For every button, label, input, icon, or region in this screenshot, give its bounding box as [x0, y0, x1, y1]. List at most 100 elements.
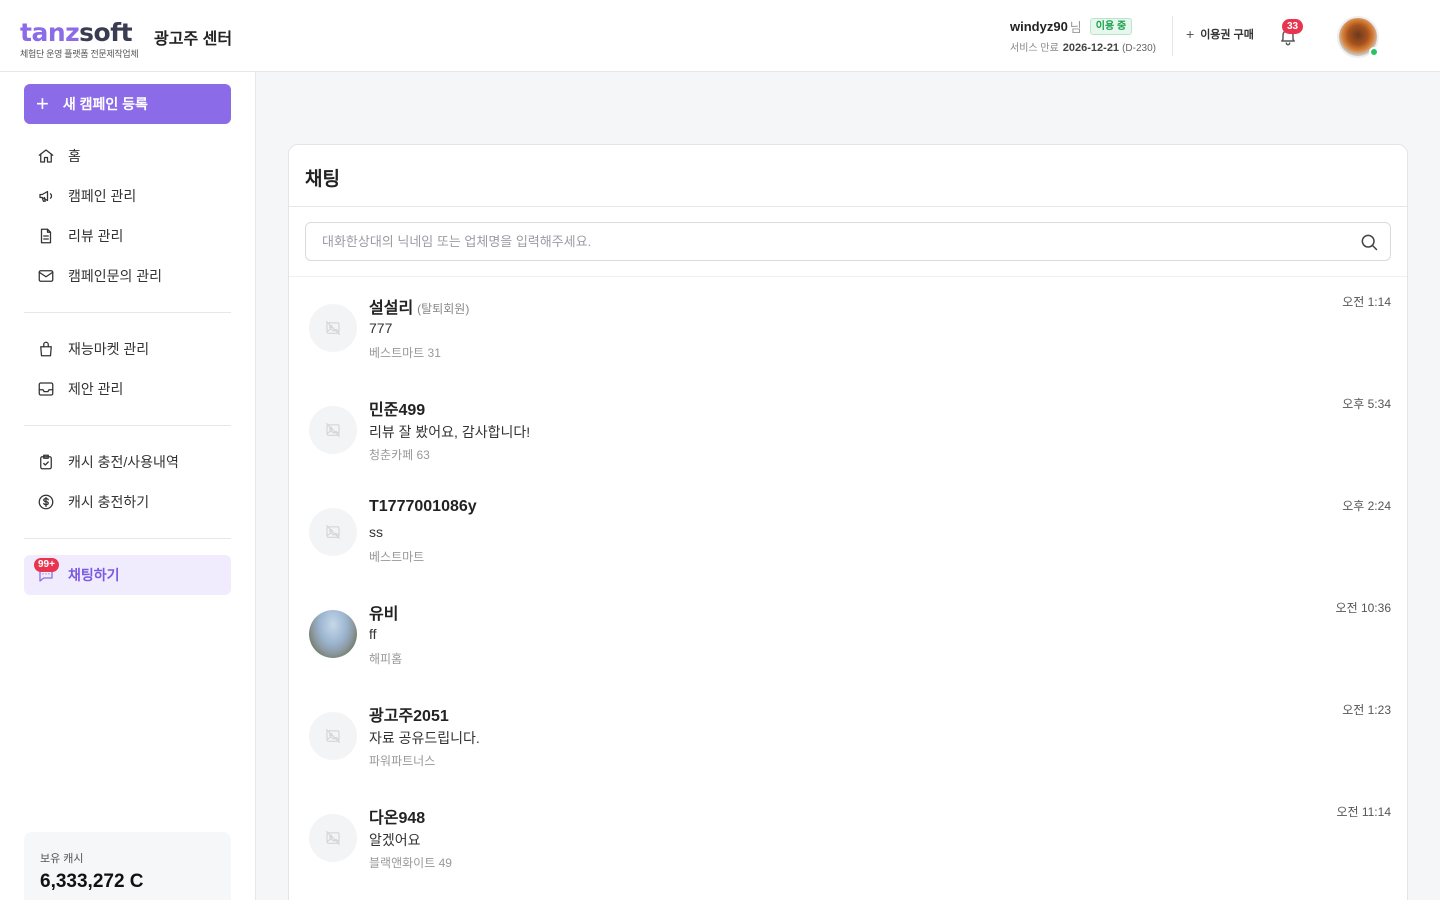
- image-placeholder-icon: [325, 422, 341, 438]
- sidebar-item-label: 캐시 충전/사용내역: [68, 454, 179, 470]
- user-id: windyz90: [1010, 18, 1068, 34]
- chat-list-item[interactable]: 유비 ff 해피홈 오전 10:36: [289, 583, 1407, 685]
- chat-time: 오후 5:34: [1342, 397, 1391, 411]
- chat-avatar-placeholder: [309, 814, 357, 862]
- chat-avatar-placeholder: [309, 712, 357, 760]
- sidebar-item-chat[interactable]: 채팅하기 99+: [24, 555, 231, 595]
- chat-nickname: 유비: [369, 606, 399, 623]
- sidebar-item-home[interactable]: 홈: [24, 136, 231, 176]
- cash-balance-label: 보유 캐시: [40, 853, 84, 865]
- home-icon: [36, 146, 56, 166]
- chat-shop-name: 파워파트너스: [369, 754, 436, 768]
- new-campaign-label: 새 캠페인 등록: [62, 96, 148, 112]
- dollar-coin-icon: [36, 492, 56, 512]
- new-campaign-button[interactable]: + 새 캠페인 등록: [24, 84, 231, 124]
- image-placeholder-icon: [325, 728, 341, 744]
- sidebar-item-label: 제안 관리: [68, 381, 124, 397]
- chat-last-message: ff: [369, 626, 377, 642]
- chat-avatar-placeholder: [309, 406, 357, 454]
- chat-last-message: 리뷰 잘 봤어요, 감사합니다!: [369, 424, 531, 440]
- chat-shop-name: 베스트마트 31: [369, 346, 441, 360]
- cash-balance-value: 6,333,272 C: [40, 871, 144, 892]
- chat-last-message: 알겠어요: [369, 832, 421, 848]
- sidebar: + 새 캠페인 등록 홈 캠페인 관리 리뷰 관리 캠페인문의 관리 재능마켓 …: [0, 72, 256, 900]
- chat-last-message: ss: [369, 524, 383, 540]
- search-input[interactable]: [306, 223, 1346, 260]
- megaphone-icon: [36, 186, 56, 206]
- sidebar-item-label: 캐시 충전하기: [68, 494, 150, 510]
- chat-nickname: 다온948: [369, 810, 426, 827]
- chat-card: 채팅 설설리(탈퇴회원) 777 베스트마트 31 오전 1:14 민준499 …: [288, 144, 1408, 900]
- chat-nickname: 광고주2051: [369, 708, 449, 725]
- chat-last-message: 자료 공유드립니다.: [369, 730, 480, 746]
- search-box: [305, 222, 1391, 261]
- chat-last-message: 777: [369, 320, 393, 336]
- chat-unread-badge: 99+: [34, 558, 59, 572]
- chat-list-item[interactable]: 설설리 (탈퇴회원) 777 베스트마트 31 오전 1:14: [289, 277, 1407, 379]
- image-placeholder-icon: [325, 830, 341, 846]
- search-icon[interactable]: [1359, 232, 1379, 252]
- sidebar-item-reviews[interactable]: 리뷰 관리: [24, 216, 231, 256]
- chat-time: 오전 1:23: [1342, 703, 1391, 717]
- page-title: 채팅: [305, 169, 340, 190]
- sidebar-item-cash-history[interactable]: 캐시 충전/사용내역: [24, 442, 231, 482]
- sidebar-item-inquiries[interactable]: 캠페인문의 관리: [24, 256, 231, 296]
- buy-pass-label: 이용권 구매: [1200, 29, 1254, 41]
- chat-shop-name: 베스트마트: [369, 550, 425, 564]
- chat-list-item[interactable]: T1777001086y ss 베스트마트 오후 2:24: [289, 481, 1407, 583]
- header-divider: [1172, 16, 1173, 56]
- sidebar-item-label: 채팅하기: [68, 567, 120, 583]
- chat-time: 오전 1:14: [1342, 295, 1391, 309]
- buy-pass-button[interactable]: + 이용권 구매: [1186, 26, 1254, 42]
- notification-count-badge: 33: [1282, 19, 1304, 34]
- document-icon: [36, 226, 56, 246]
- mail-icon: [36, 266, 56, 286]
- logo-tagline: 체험단 운영 플랫폼 전문제작업체: [20, 49, 139, 59]
- plus-icon: +: [36, 91, 49, 116]
- online-status-dot: [1369, 47, 1379, 57]
- chat-list-item[interactable]: 광고주2051 자료 공유드립니다. 파워파트너스 오전 1:23: [289, 685, 1407, 787]
- chat-avatar-placeholder: [309, 304, 357, 352]
- plus-icon: +: [1186, 26, 1195, 42]
- service-end-date: 2026-12-21: [1062, 42, 1120, 54]
- sidebar-divider: [24, 538, 231, 539]
- logo-wordmark: tanzsoft: [20, 18, 133, 47]
- withdrawn-member-tag: (탈퇴회원): [417, 302, 470, 316]
- sidebar-item-campaigns[interactable]: 캠페인 관리: [24, 176, 231, 216]
- user-info: windyz90 님 이용 중 서비스 만료 2026-12-21 (D-230): [1010, 17, 1165, 54]
- image-placeholder-icon: [325, 320, 341, 336]
- sidebar-divider: [24, 312, 231, 313]
- title-divider: [289, 206, 1407, 207]
- clipboard-check-icon: [36, 452, 56, 472]
- sidebar-item-label: 캠페인문의 관리: [68, 268, 163, 284]
- sidebar-item-label: 리뷰 관리: [68, 228, 124, 244]
- sidebar-item-label: 홈: [68, 148, 81, 164]
- sidebar-item-talent-market[interactable]: 재능마켓 관리: [24, 329, 231, 369]
- shopping-bag-icon: [36, 339, 56, 359]
- sidebar-item-label: 캠페인 관리: [68, 188, 137, 204]
- chat-avatar-placeholder: [309, 508, 357, 556]
- chat-nickname: 설설리 (탈퇴회원): [369, 300, 470, 317]
- chat-nickname: 민준499: [369, 402, 426, 419]
- sidebar-item-proposals[interactable]: 제안 관리: [24, 369, 231, 409]
- logo[interactable]: tanzsoft 체험단 운영 플랫폼 전문제작업체: [20, 18, 139, 60]
- sidebar-divider: [24, 425, 231, 426]
- inbox-icon: [36, 379, 56, 399]
- chat-list-item[interactable]: 다온948 알겠어요 블랙앤화이트 49 오전 11:14: [289, 787, 1407, 889]
- chat-shop-name: 블랙앤화이트 49: [369, 856, 452, 870]
- cash-balance-box: 보유 캐시 6,333,272 C: [24, 832, 231, 900]
- chat-time: 오전 11:14: [1336, 805, 1391, 819]
- chat-time: 오전 10:36: [1335, 601, 1391, 615]
- chat-list-item[interactable]: 민준499 리뷰 잘 봤어요, 감사합니다! 청춘카페 63 오후 5:34: [289, 379, 1407, 481]
- chat-time: 오후 2:24: [1342, 499, 1391, 513]
- chat-nickname: T1777001086y: [369, 498, 477, 515]
- center-name: 광고주 센터: [154, 31, 233, 48]
- service-end-label: 서비스 만료: [1010, 43, 1059, 54]
- sidebar-item-cash-charge[interactable]: 캐시 충전하기: [24, 482, 231, 522]
- image-placeholder-icon: [325, 524, 341, 540]
- user-suffix: 님: [1069, 19, 1082, 35]
- sidebar-item-label: 재능마켓 관리: [68, 341, 150, 357]
- chat-shop-name: 청춘카페 63: [369, 448, 430, 462]
- dday-counter: (D-230): [1122, 43, 1156, 54]
- status-badge: 이용 중: [1089, 17, 1133, 35]
